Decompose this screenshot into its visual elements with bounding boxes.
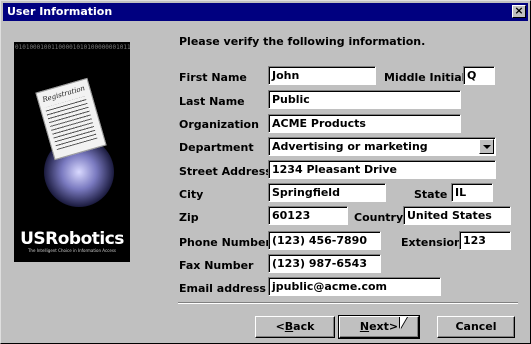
window-title: User Information xyxy=(7,5,113,18)
phone-number-value: (123) 456-7890 xyxy=(272,234,367,247)
registration-promo-image: 0101000100110000101010000000101101101001… xyxy=(14,42,130,262)
first-name-field[interactable]: John xyxy=(268,66,376,85)
street-address-field[interactable]: 1234 Pleasant Drive xyxy=(268,160,496,179)
next-button[interactable]: Next> xyxy=(338,315,420,339)
street-address-label: Street Address xyxy=(179,165,272,178)
button-divider xyxy=(178,302,518,304)
state-label: State xyxy=(414,188,448,201)
registration-card-graphic: Registration xyxy=(35,77,107,161)
middle-initial-label: Middle Initial xyxy=(384,71,466,84)
organization-label: Organization xyxy=(179,118,259,131)
middle-initial-field[interactable]: Q xyxy=(463,66,495,85)
back-button-prefix: < xyxy=(275,320,285,333)
zip-label: Zip xyxy=(179,211,199,224)
department-value: Advertising or marketing xyxy=(272,140,428,153)
state-field[interactable]: IL xyxy=(451,183,493,202)
organization-value: ACME Products xyxy=(272,117,366,130)
fax-number-field[interactable]: (123) 987-6543 xyxy=(268,254,381,273)
country-label: Country xyxy=(354,211,404,224)
country-field[interactable]: United States xyxy=(403,206,511,225)
usrobotics-tagline: The Intelligent Choice in Information Ac… xyxy=(27,248,117,253)
middle-initial-value: Q xyxy=(467,69,477,82)
department-label: Department xyxy=(179,141,254,154)
email-address-field[interactable]: jpublic@acme.com xyxy=(268,277,441,296)
usrobotics-logo: USRobotics xyxy=(20,229,124,249)
back-button-label: ack xyxy=(293,320,315,333)
next-button-label: ext xyxy=(369,320,389,333)
close-button[interactable]: × xyxy=(512,5,526,18)
close-icon: × xyxy=(514,4,524,17)
last-name-label: Last Name xyxy=(179,95,245,108)
department-select[interactable]: Advertising or marketing xyxy=(268,137,496,156)
fax-number-value: (123) 987-6543 xyxy=(272,257,367,270)
binary-background: 0101000100110000101010000000101101101001… xyxy=(15,44,130,51)
first-name-value: John xyxy=(272,69,300,82)
last-name-field[interactable]: Public xyxy=(268,90,461,109)
organization-field[interactable]: ACME Products xyxy=(268,114,461,133)
phone-number-label: Phone Number xyxy=(179,236,271,249)
city-label: City xyxy=(179,188,204,201)
extension-value: 123 xyxy=(463,234,486,247)
registration-card-lines xyxy=(44,96,98,151)
extension-field[interactable]: 123 xyxy=(459,231,511,250)
zip-field[interactable]: 60123 xyxy=(268,206,348,225)
chevron-down-icon[interactable] xyxy=(479,139,494,154)
city-field[interactable]: Springfield xyxy=(268,183,386,202)
fax-number-label: Fax Number xyxy=(179,259,254,272)
back-button[interactable]: <Back xyxy=(255,316,335,338)
zip-value: 60123 xyxy=(272,209,311,222)
city-value: Springfield xyxy=(272,186,340,199)
title-bar[interactable]: User Information × xyxy=(3,3,528,21)
state-value: IL xyxy=(455,186,467,199)
country-value: United States xyxy=(407,209,492,222)
phone-number-field[interactable]: (123) 456-7890 xyxy=(268,231,381,250)
user-information-dialog: User Information × 010100010011000010101… xyxy=(0,0,531,344)
last-name-value: Public xyxy=(272,93,310,106)
email-address-value: jpublic@acme.com xyxy=(272,280,387,293)
mouse-pointer-icon xyxy=(400,317,407,329)
instruction-text: Please verify the following information. xyxy=(179,35,426,48)
email-address-label: Email address xyxy=(179,282,266,295)
cancel-button-label: Cancel xyxy=(455,320,497,333)
extension-label: Extension xyxy=(401,236,462,249)
back-button-accelerator: B xyxy=(284,320,294,333)
street-address-value: 1234 Pleasant Drive xyxy=(272,163,398,176)
next-button-suffix: > xyxy=(388,320,399,333)
first-name-label: First Name xyxy=(179,71,247,84)
cancel-button[interactable]: Cancel xyxy=(437,316,515,338)
next-button-accelerator: N xyxy=(359,320,370,333)
